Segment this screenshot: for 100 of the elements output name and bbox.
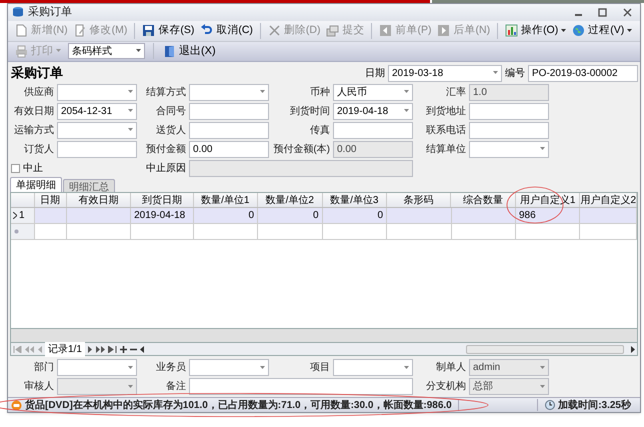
field-label: 结算方式 xyxy=(145,86,187,100)
field-label: 部门 xyxy=(33,360,55,376)
field-label: 结算单位 xyxy=(425,142,467,157)
page-icon xyxy=(15,24,28,38)
input-field[interactable] xyxy=(57,140,137,158)
message-icon xyxy=(11,400,22,411)
status-message: 货品[DVD]在本机构中的实际库存为101.0，已占用数量为:71.0，可用数量:30.0，帐面数量:986.0 xyxy=(25,400,452,411)
previous-page-icon xyxy=(25,346,34,353)
caret-icon xyxy=(493,71,498,76)
field-label: 汇率 xyxy=(445,86,467,100)
input-field[interactable] xyxy=(469,102,549,120)
column-header[interactable]: 数量/单位3 xyxy=(322,192,387,207)
field-label: 制单人 xyxy=(435,360,467,376)
column-header[interactable]: 有效日期 xyxy=(66,192,132,207)
input-field[interactable]: 2054-12-31 xyxy=(57,102,137,120)
field-label: 运输方式 xyxy=(13,124,55,138)
toolbar-button[interactable]: 保存(S) xyxy=(139,21,198,40)
maximize-icon xyxy=(598,8,607,17)
column-header[interactable]: 日期 xyxy=(34,192,67,207)
input-field[interactable] xyxy=(189,378,413,396)
field-label: 合同号 xyxy=(155,104,187,119)
input-field[interactable] xyxy=(469,140,549,158)
column-header[interactable]: 数量/单位1 xyxy=(194,192,258,207)
tab[interactable]: 明细汇总 xyxy=(63,178,115,192)
field-label: 供应商 xyxy=(23,86,55,100)
caret-icon xyxy=(404,366,409,370)
caret-icon xyxy=(128,366,133,370)
input-field[interactable]: 0.00 xyxy=(189,140,269,158)
field-label: 备注 xyxy=(165,380,187,394)
field-label: 币种 xyxy=(309,86,331,100)
field-label: 中止原因 xyxy=(145,162,187,176)
form-title: 采购订单 xyxy=(10,64,64,82)
input-field[interactable] xyxy=(469,122,549,139)
printer-icon xyxy=(15,44,28,58)
field-label: 到货地址 xyxy=(425,104,467,119)
row-header[interactable]: 1 xyxy=(11,208,35,223)
caret-icon xyxy=(404,90,409,94)
caret-icon xyxy=(404,109,409,114)
scrollbar[interactable] xyxy=(466,344,624,354)
exit-button[interactable]: 退出(X) xyxy=(162,42,218,60)
field-label: 订货人 xyxy=(23,142,55,157)
input-field[interactable] xyxy=(189,84,269,101)
load-time: 加载时间:3.25秒 xyxy=(558,398,632,413)
back-icon xyxy=(379,24,392,38)
field-label: 审核人 xyxy=(23,380,55,394)
next-page-icon xyxy=(96,346,105,353)
caret-icon xyxy=(128,109,133,114)
input-field[interactable] xyxy=(57,122,137,139)
input-field[interactable]: 2019-04-18 xyxy=(333,102,413,120)
input-field[interactable] xyxy=(189,102,269,120)
input-field[interactable]: 人民币 xyxy=(333,84,413,101)
caret-icon xyxy=(561,28,566,33)
column-header[interactable]: 数量/单位2 xyxy=(258,192,323,207)
toolbar-button[interactable]: 操作(O) xyxy=(502,21,570,40)
caret-icon xyxy=(540,147,545,152)
caret-icon xyxy=(540,384,545,389)
caret-icon xyxy=(56,49,61,54)
column-header[interactable]: 条形码 xyxy=(387,192,452,207)
first-record-icon xyxy=(13,346,22,353)
pencil-page-icon xyxy=(74,24,87,38)
column-header[interactable]: 综合数量 xyxy=(451,192,516,207)
clock-icon xyxy=(545,400,556,410)
column-header[interactable]: 用户自定义2 xyxy=(580,192,638,207)
field-label: 预付金额 xyxy=(145,142,187,157)
toolbar-button[interactable]: 取消(C) xyxy=(197,21,256,40)
style-dropdown[interactable]: 条码样式 xyxy=(68,43,145,60)
next-record-icon xyxy=(88,346,93,353)
input-field[interactable]: 2019-03-18 xyxy=(388,64,502,82)
door-icon xyxy=(164,44,176,58)
scroll-right-icon xyxy=(631,346,635,353)
close-icon xyxy=(623,8,632,17)
caret-icon xyxy=(260,90,265,94)
field-label: 有效日期 xyxy=(13,104,55,119)
input-field[interactable] xyxy=(189,359,269,376)
field-label: 预付金额(本) xyxy=(272,142,331,157)
tab[interactable]: 单据明细 xyxy=(10,176,62,192)
input-field[interactable] xyxy=(57,359,137,376)
toolbar-button[interactable]: 过程(V) xyxy=(569,21,636,40)
save-icon xyxy=(142,24,156,38)
last-record-icon xyxy=(108,346,117,353)
input-field[interactable] xyxy=(333,359,413,376)
column-header[interactable]: 到货日期 xyxy=(131,192,194,207)
field-label: 传真 xyxy=(309,124,331,138)
app-icon xyxy=(12,6,24,18)
field-label: 日期 xyxy=(365,66,386,81)
record-counter: 记录1/1 xyxy=(45,342,85,357)
stack-icon xyxy=(326,24,340,38)
input-field[interactable] xyxy=(333,122,413,139)
add-icon xyxy=(120,346,127,353)
window-title: 采购订单 xyxy=(28,5,73,20)
forward-icon xyxy=(437,24,450,38)
globe-icon xyxy=(572,24,586,38)
field-label: 送货人 xyxy=(155,124,187,138)
input-field[interactable]: PO-2019-03-00002 xyxy=(528,64,638,82)
checkbox[interactable] xyxy=(11,164,20,173)
input-field[interactable] xyxy=(57,84,137,101)
field-label: 到货时间 xyxy=(289,104,331,119)
caret-icon xyxy=(540,366,545,370)
new-row-icon xyxy=(14,228,19,234)
input-field[interactable] xyxy=(189,122,269,139)
